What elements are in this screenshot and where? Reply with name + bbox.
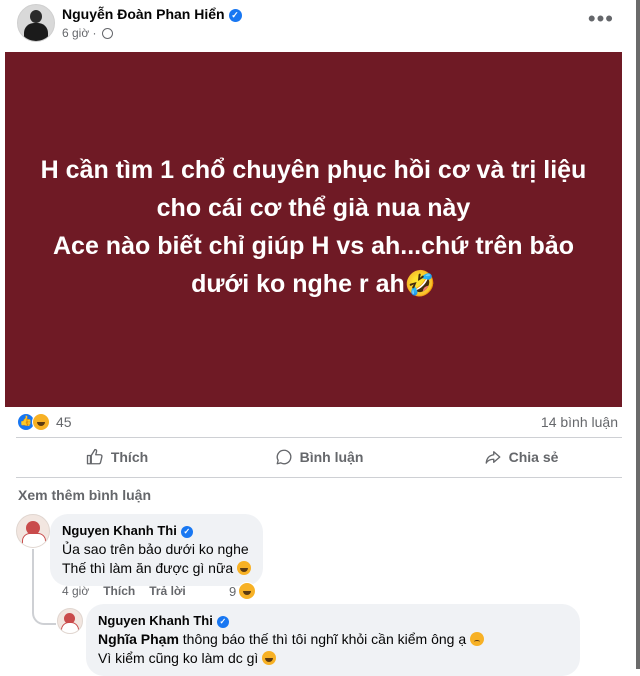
divider — [16, 437, 622, 438]
verified-badge-icon: ✓ — [216, 615, 229, 628]
reply-bubble: Nguyen Khanh Thi ✓ Nghĩa Phạm thông báo t… — [86, 604, 580, 676]
like-label: Thích — [110, 449, 149, 465]
reply-thread-line — [32, 549, 56, 625]
divider — [16, 477, 622, 478]
comment-text-line-1: Ủa sao trên bảo dưới ko nghe — [62, 541, 249, 557]
comment-reaction-count: 9 — [229, 583, 237, 599]
share-icon — [485, 451, 501, 464]
laughing-emoji-icon — [262, 651, 277, 665]
share-button[interactable]: Chia sẻ — [420, 440, 622, 474]
author-name[interactable]: Nguyễn Đoàn Phan Hiển — [62, 6, 225, 22]
reply-name-row: Nguyen Khanh Thi ✓ — [98, 611, 568, 630]
post-frame: Nguyễn Đoàn Phan Hiển ✓ 6 giờ · ••• H cần… — [0, 0, 640, 676]
verified-badge-icon: ✓ — [180, 525, 193, 538]
comment-button[interactable]: Bình luận — [218, 440, 420, 474]
reply-text-line-2: Vì kiểm cũng ko làm dc gì — [98, 650, 259, 666]
sad-emoji-icon — [470, 632, 484, 646]
author-avatar[interactable] — [17, 4, 55, 42]
comment-bubble: Nguyen Khanh Thi ✓ Ủa sao trên bảo dưới k… — [50, 514, 264, 586]
reply-mention[interactable]: Nghĩa Phạm — [98, 631, 179, 647]
comment-like-button[interactable]: Thích — [103, 584, 135, 598]
globe-icon — [101, 28, 113, 40]
like-button[interactable]: Thích — [16, 440, 218, 474]
see-more-comments-link[interactable]: Xem thêm bình luận — [18, 487, 151, 503]
action-bar: Thích Bình luận Chia sẻ — [16, 440, 622, 474]
reply-text-line-1: Nghĩa Phạm thông báo thế thì tôi nghĩ kh… — [98, 630, 568, 649]
reply-author-name[interactable]: Nguyen Khanh Thi — [98, 613, 213, 628]
comment-time[interactable]: 4 giờ — [62, 584, 89, 598]
comment-count[interactable]: 14 bình luận — [541, 414, 618, 430]
commenter-name[interactable]: Nguyen Khanh Thi — [62, 523, 177, 538]
reply-avatar[interactable] — [57, 608, 83, 634]
comment-icon — [276, 449, 292, 465]
commenter-name-row: Nguyen Khanh Thi ✓ — [62, 521, 251, 540]
laughing-emoji-icon — [237, 561, 252, 575]
comment-reactions[interactable]: 9 — [229, 582, 257, 600]
reply-text-line-2-wrap: Vì kiểm cũng ko làm dc gì — [98, 649, 568, 668]
thumbs-up-icon — [86, 448, 103, 465]
comment-text-line-2-wrap: Thế thì làm ăn được gì nữa — [62, 559, 252, 578]
haha-reaction-icon — [238, 582, 257, 600]
reply-text-rest: thông báo thế thì tôi nghĩ khỏi cần kiểm… — [178, 631, 467, 647]
post-text: H cần tìm 1 chổ chuyên phục hồi cơ và tr… — [40, 155, 587, 298]
post-time[interactable]: 6 giờ — [62, 26, 89, 40]
author-name-row: Nguyễn Đoàn Phan Hiển ✓ — [62, 6, 242, 22]
commenter-avatar[interactable] — [16, 514, 50, 548]
haha-reaction-icon — [32, 413, 50, 431]
comment-text-line-2: Thế thì làm ăn được gì nữa — [62, 560, 234, 576]
more-options-icon[interactable]: ••• — [588, 6, 614, 32]
reactions-summary[interactable]: 👍 45 — [17, 412, 72, 432]
verified-badge-icon: ✓ — [228, 8, 242, 22]
share-label: Chia sẻ — [508, 449, 559, 465]
comment-reply-button[interactable]: Trả lời — [149, 584, 186, 598]
post-meta: 6 giờ · — [62, 26, 113, 40]
reaction-count: 45 — [56, 414, 72, 430]
comment-label: Bình luận — [299, 449, 364, 465]
comment-meta: 4 giờ Thích Trả lời — [62, 584, 186, 598]
post-background-card: H cần tìm 1 chổ chuyên phục hồi cơ và tr… — [5, 52, 622, 407]
